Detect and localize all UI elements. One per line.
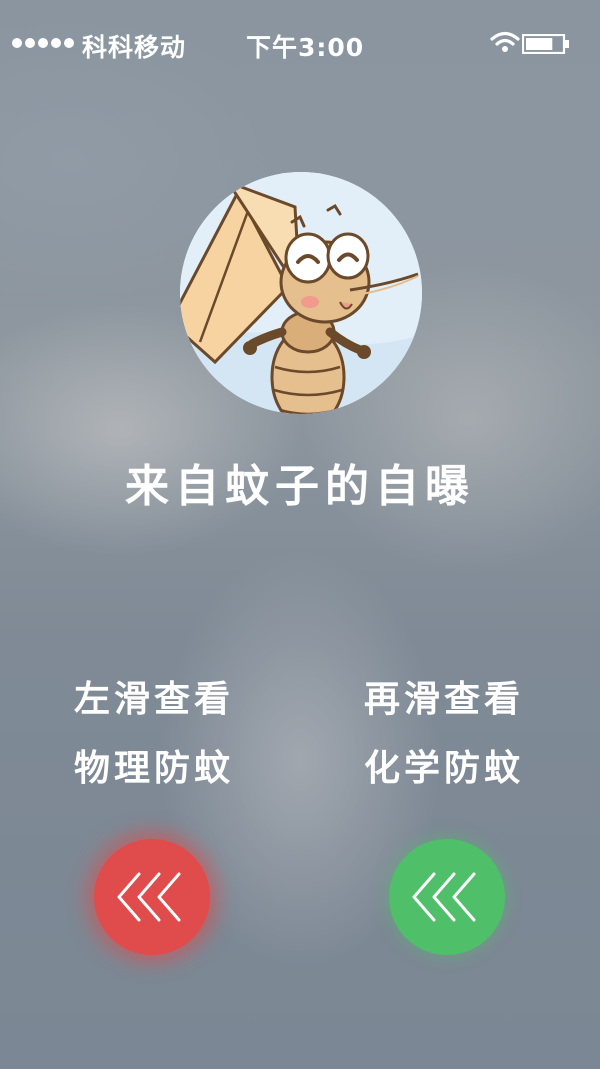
swipe-left-red-button[interactable] — [94, 839, 210, 955]
wifi-icon — [490, 31, 520, 52]
right-hint-line1: 再滑查看 — [364, 679, 525, 720]
triple-chevron-left-icon — [412, 872, 476, 922]
signal-strength-icon — [12, 38, 74, 48]
blurred-background — [0, 0, 600, 1069]
left-hint-line1: 左滑查看 — [74, 679, 235, 720]
mosquito-illustration — [180, 172, 422, 414]
triple-chevron-left-icon — [117, 872, 181, 922]
status-bar: 科科移动 下午3:00 — [0, 0, 600, 86]
status-time: 下午3:00 — [246, 33, 365, 62]
swipe-left-green-button[interactable] — [389, 839, 505, 955]
right-hint-line2: 化学防蚊 — [364, 748, 525, 789]
caller-avatar — [180, 172, 422, 414]
left-hint-line2: 物理防蚊 — [74, 748, 235, 789]
battery-icon — [522, 34, 569, 54]
carrier-name: 科科移动 — [82, 33, 187, 62]
caller-name: 来自蚊子的自曝 — [125, 461, 475, 512]
